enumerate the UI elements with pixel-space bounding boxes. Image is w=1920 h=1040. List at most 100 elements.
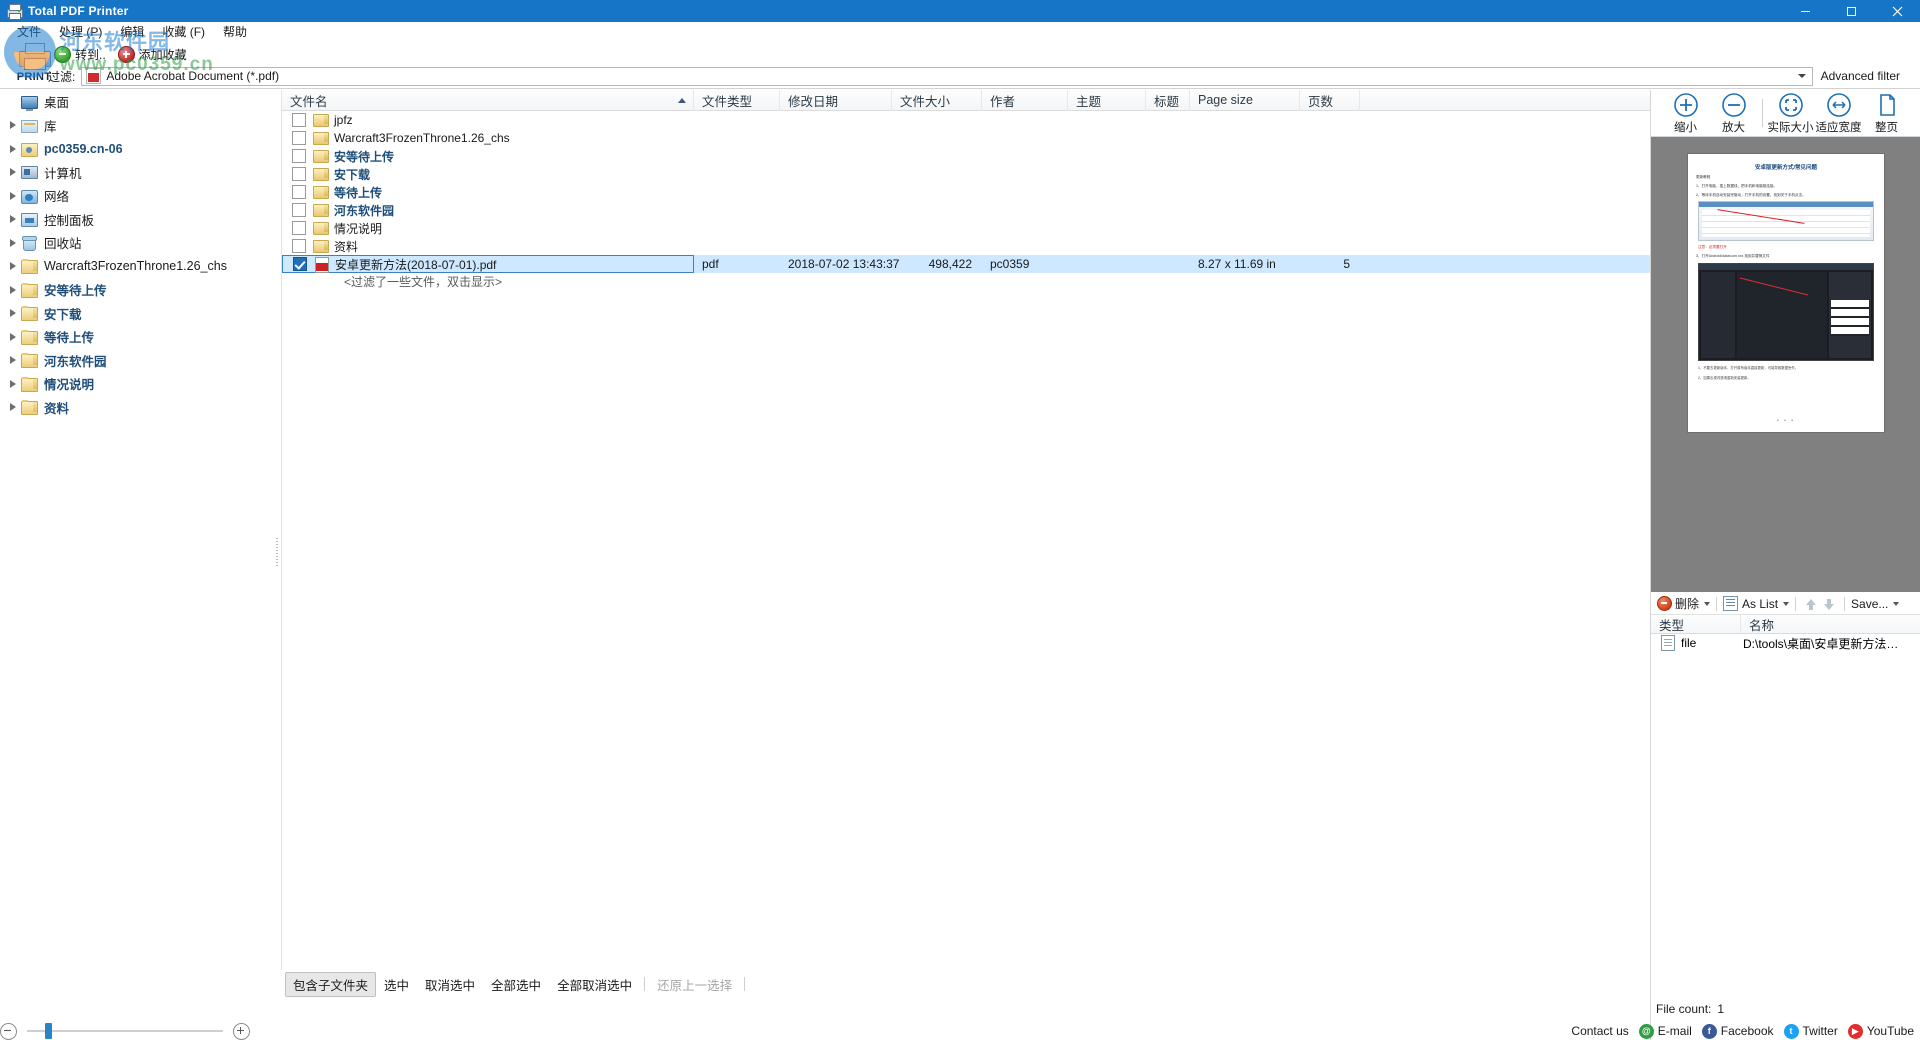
zoom-in-icon[interactable] [233,1023,250,1040]
tree-item[interactable]: 安等待上传 [0,278,274,302]
add-favorite-button[interactable]: 添加收藏 [112,44,193,64]
tree-item[interactable]: 河东软件园 [0,349,274,373]
tree-item[interactable]: 库 [0,114,274,138]
table-row[interactable]: 河东软件园 [282,201,1650,219]
expand-arrow-icon[interactable] [6,353,20,367]
selection-button[interactable]: 全部选中 [483,972,549,997]
menu-item-help[interactable]: 帮助 [214,23,256,42]
column-header[interactable]: Page size [1190,90,1300,111]
expand-arrow-icon[interactable] [6,236,20,250]
table-row[interactable]: 资料 [282,237,1650,255]
expand-arrow-icon[interactable] [6,377,20,391]
expand-arrow-icon[interactable] [6,283,20,297]
vertical-splitter[interactable] [274,90,280,970]
row-checkbox[interactable] [292,185,306,199]
preview-tool-放大[interactable]: 放大 [1711,91,1757,135]
social-link-twitter[interactable]: tTwitter [1784,1024,1838,1039]
tree-item[interactable]: 网络 [0,184,274,208]
preview-viewport[interactable]: 安卓版更新方式/常见问题 更新教程 1、打开电脑，插上数据线，把手机和电脑相连接… [1651,137,1920,592]
tree-item[interactable]: 回收站 [0,231,274,255]
expand-arrow-icon[interactable] [6,165,20,179]
tree-item[interactable]: 计算机 [0,161,274,185]
expand-arrow-icon[interactable] [6,212,20,226]
tree-item[interactable]: 等待上传 [0,325,274,349]
file-name-cell[interactable]: 安下载 [282,165,694,183]
filter-select[interactable]: Adobe Acrobat Document (*.pdf) [81,67,1812,86]
expand-arrow-icon[interactable] [6,118,20,132]
expand-arrow-icon[interactable] [6,330,20,344]
file-name-cell[interactable]: 安等待上传 [282,147,694,165]
tree-item[interactable]: 资料 [0,396,274,420]
zoom-out-icon[interactable] [0,1023,17,1040]
file-name-cell[interactable]: 资料 [282,237,694,255]
menu-item-favorites[interactable]: 收藏 (F) [153,23,214,42]
close-icon[interactable] [1874,0,1920,22]
files-column-header[interactable]: 名称 [1741,615,1920,634]
slider-thumb[interactable] [45,1023,52,1039]
view-mode-button[interactable]: As List [1723,596,1789,611]
table-row[interactable]: Warcraft3FrozenThrone1.26_chs [282,129,1650,147]
chevron-down-icon[interactable] [1783,602,1789,606]
file-list-header[interactable]: 文件名文件类型修改日期文件大小作者主题标题Page size页数 [282,90,1650,111]
row-checkbox[interactable] [292,221,306,235]
row-checkbox[interactable] [292,203,306,217]
file-name-cell[interactable]: 等待上传 [282,183,694,201]
tree-item[interactable]: 控制面板 [0,208,274,232]
delete-button[interactable]: 删除 [1657,595,1710,612]
expand-arrow-icon[interactable] [6,400,20,414]
files-column-header[interactable]: 类型 [1651,615,1741,634]
files-row[interactable]: fileD:\tools\桌面\安卓更新方法… [1651,634,1920,652]
slider-track[interactable] [27,1030,223,1032]
move-down-icon[interactable] [1823,597,1835,611]
row-checkbox[interactable] [293,257,307,271]
maximize-icon[interactable] [1828,0,1874,22]
social-link-youtube[interactable]: ▶YouTube [1848,1024,1914,1039]
social-link-facebook[interactable]: fFacebook [1702,1024,1774,1039]
preview-tool-适应宽度[interactable]: 适应宽度 [1816,91,1862,135]
row-checkbox[interactable] [292,113,306,127]
column-header[interactable]: 主题 [1068,90,1146,111]
preview-tool-整页[interactable]: 整页 [1864,91,1910,135]
file-name-cell[interactable]: jpfz [282,111,694,129]
tree-item[interactable]: 情况说明 [0,372,274,396]
selection-button[interactable]: 包含子文件夹 [285,972,376,997]
chevron-down-icon[interactable] [1704,602,1710,606]
tree-item[interactable]: Warcraft3FrozenThrone1.26_chs [0,255,274,279]
filtered-files-hint[interactable]: <过滤了一些文件，双击显示> [282,273,1650,291]
selection-button[interactable]: 取消选中 [417,972,483,997]
expand-arrow-icon[interactable] [6,259,20,273]
tree-item[interactable]: 桌面 [0,90,274,114]
table-row[interactable]: 安卓更新方法(2018-07-01).pdfpdf2018-07-02 13:4… [282,255,1650,273]
files-panel-body[interactable]: fileD:\tools\桌面\安卓更新方法… [1651,634,1920,914]
row-checkbox[interactable] [292,131,306,145]
file-list-body[interactable]: jpfzWarcraft3FrozenThrone1.26_chs安等待上传安下… [282,111,1650,970]
preview-tool-缩小[interactable]: 缩小 [1663,91,1709,135]
chevron-down-icon[interactable] [1893,602,1899,606]
folder-tree[interactable]: 桌面库pc0359.cn-06计算机网络控制面板回收站Warcraft3Froz… [0,90,274,970]
preview-tool-实际大小[interactable]: 实际大小 [1768,91,1814,135]
menu-item-file[interactable]: 文件 [8,23,50,42]
expand-arrow-icon[interactable] [6,306,20,320]
menu-item-process[interactable]: 处理 (P) [50,23,111,42]
advanced-filter-link[interactable]: Advanced filter [1821,69,1906,83]
table-row[interactable]: 情况说明 [282,219,1650,237]
row-checkbox[interactable] [292,167,306,181]
table-row[interactable]: 安等待上传 [282,147,1650,165]
file-name-cell[interactable]: 安卓更新方法(2018-07-01).pdf [282,255,694,273]
column-header[interactable]: 文件类型 [694,90,780,111]
files-panel-header[interactable]: 类型名称 [1651,615,1920,634]
tree-item[interactable]: 安下载 [0,302,274,326]
save-button[interactable]: Save... [1851,597,1899,611]
file-name-cell[interactable]: 情况说明 [282,219,694,237]
file-name-cell[interactable]: 河东软件园 [282,201,694,219]
column-header[interactable]: 文件大小 [892,90,982,111]
tree-item[interactable]: pc0359.cn-06 [0,137,274,161]
table-row[interactable]: jpfz [282,111,1650,129]
column-header[interactable]: 修改日期 [780,90,892,111]
table-row[interactable]: 安下载 [282,165,1650,183]
column-header[interactable]: 作者 [982,90,1068,111]
table-row[interactable]: 等待上传 [282,183,1650,201]
row-checkbox[interactable] [292,149,306,163]
column-header[interactable]: 页数 [1300,90,1360,111]
expand-arrow-icon[interactable] [6,189,20,203]
